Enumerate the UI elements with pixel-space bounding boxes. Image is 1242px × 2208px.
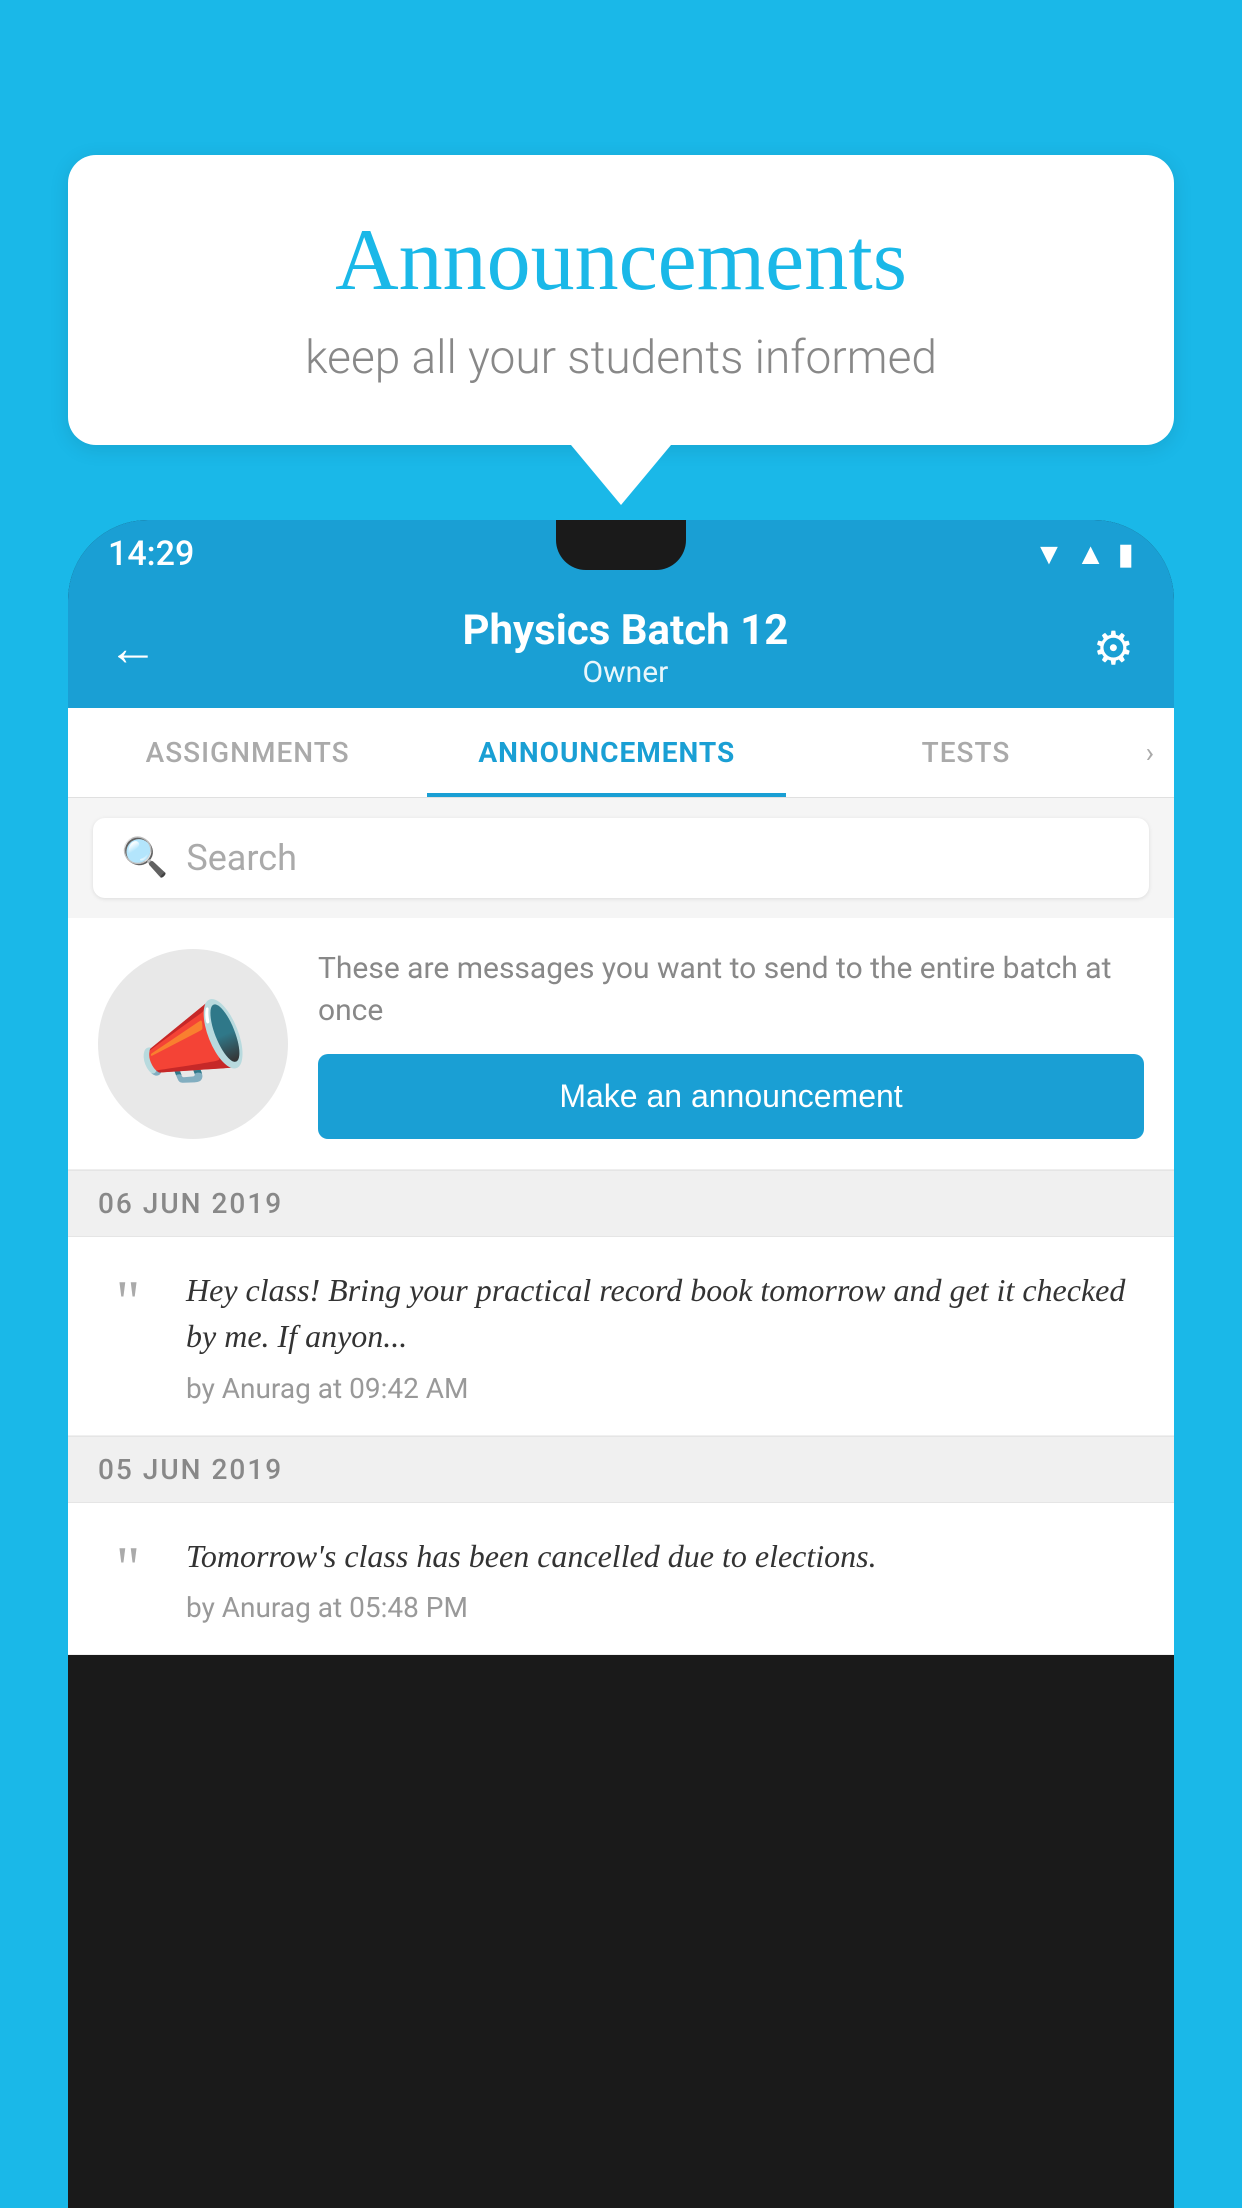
megaphone-icon: 📣 <box>137 991 249 1096</box>
wifi-icon: ▼ <box>1034 537 1064 572</box>
announcement-text-1: Hey class! Bring your practical record b… <box>186 1267 1144 1360</box>
tab-tests[interactable]: TESTS <box>786 708 1145 797</box>
back-button[interactable]: ← <box>98 609 168 688</box>
date-separator-1: 06 JUN 2019 <box>68 1170 1174 1237</box>
tab-bar: ASSIGNMENTS ANNOUNCEMENTS TESTS › <box>68 708 1174 798</box>
tab-assignments[interactable]: ASSIGNMENTS <box>68 708 427 797</box>
tab-announcements[interactable]: ANNOUNCEMENTS <box>427 708 786 797</box>
phone-frame: 14:29 ▼ ▲ ▮ ← Physics Batch 12 Owner ⚙ A… <box>68 520 1174 2208</box>
search-icon: 🔍 <box>121 836 168 880</box>
status-icons: ▼ ▲ ▮ <box>1034 537 1134 572</box>
announcement-item-2[interactable]: " Tomorrow's class has been cancelled du… <box>68 1503 1174 1655</box>
battery-icon: ▮ <box>1117 537 1134 572</box>
quote-icon-2: " <box>98 1533 158 1598</box>
megaphone-circle: 📣 <box>98 949 288 1139</box>
speech-bubble-title: Announcements <box>128 210 1114 311</box>
search-bar[interactable]: 🔍 Search <box>93 818 1149 898</box>
announcement-right: These are messages you want to send to t… <box>318 948 1144 1139</box>
speech-bubble-arrow <box>571 445 671 505</box>
announcement-text-2: Tomorrow's class has been cancelled due … <box>186 1533 1144 1579</box>
app-bar-subtitle: Owner <box>168 655 1083 690</box>
app-bar: ← Physics Batch 12 Owner ⚙ <box>68 588 1174 708</box>
signal-icon: ▲ <box>1076 537 1106 572</box>
search-container: 🔍 Search <box>68 798 1174 918</box>
speech-bubble-container: Announcements keep all your students inf… <box>68 155 1174 505</box>
tab-more[interactable]: › <box>1146 708 1174 797</box>
announcement-meta-2: by Anurag at 05:48 PM <box>186 1591 1144 1624</box>
status-bar: 14:29 ▼ ▲ ▮ <box>68 520 1174 588</box>
speech-bubble-subtitle: keep all your students informed <box>128 331 1114 385</box>
announcement-prompt: 📣 These are messages you want to send to… <box>68 918 1174 1170</box>
speech-bubble: Announcements keep all your students inf… <box>68 155 1174 445</box>
quote-icon-1: " <box>98 1267 158 1332</box>
make-announcement-button[interactable]: Make an announcement <box>318 1054 1144 1139</box>
settings-icon[interactable]: ⚙ <box>1083 611 1144 686</box>
announcement-item-1[interactable]: " Hey class! Bring your practical record… <box>68 1237 1174 1436</box>
announcement-content-2: Tomorrow's class has been cancelled due … <box>186 1533 1144 1624</box>
status-time: 14:29 <box>108 534 194 574</box>
announcement-content-1: Hey class! Bring your practical record b… <box>186 1267 1144 1405</box>
app-bar-title: Physics Batch 12 <box>168 606 1083 655</box>
announcement-description: These are messages you want to send to t… <box>318 948 1144 1032</box>
app-bar-title-container: Physics Batch 12 Owner <box>168 606 1083 690</box>
notch <box>556 520 686 570</box>
search-placeholder: Search <box>186 837 297 879</box>
date-separator-2: 05 JUN 2019 <box>68 1436 1174 1503</box>
announcement-meta-1: by Anurag at 09:42 AM <box>186 1372 1144 1405</box>
